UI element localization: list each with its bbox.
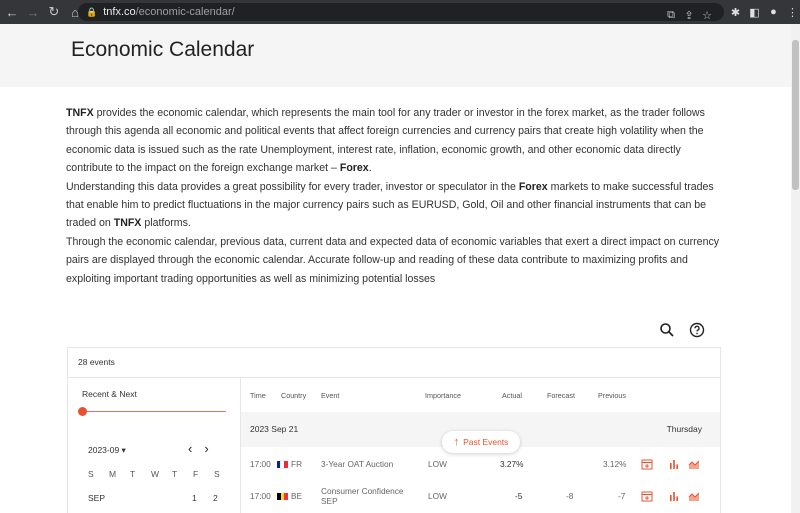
event-importance: LOW bbox=[428, 491, 447, 501]
bar-chart-icon[interactable] bbox=[668, 489, 680, 501]
event-name[interactable]: 3-Year OAT Auction bbox=[321, 459, 393, 469]
range-label: Recent & Next bbox=[82, 389, 137, 399]
intro-text-span: provides the economic calendar, which re… bbox=[66, 107, 705, 175]
chevron-right-icon[interactable]: › bbox=[204, 441, 208, 456]
flag-be-icon bbox=[277, 493, 288, 501]
column-header-forecast: Forecast bbox=[547, 391, 575, 400]
event-forecast: -8 bbox=[566, 491, 574, 501]
brand-name: TNFX bbox=[113, 217, 142, 230]
back-icon[interactable]: ← bbox=[3, 3, 21, 21]
country-code: FR bbox=[291, 459, 303, 469]
event-name[interactable]: Consumer Confidence SEP bbox=[321, 486, 411, 506]
weekday-label: S bbox=[88, 469, 94, 479]
share-icon[interactable]: ⇪ bbox=[682, 6, 696, 24]
intro-paragraph-2: Understanding this data provides a great… bbox=[66, 178, 726, 233]
column-header-previous: Previous bbox=[598, 391, 626, 400]
reload-icon[interactable]: ↻ bbox=[45, 3, 63, 21]
page-scrollbar[interactable] bbox=[791, 24, 800, 513]
month-select[interactable]: 2023-09 ▾ bbox=[88, 445, 126, 456]
add-to-calendar-icon[interactable] bbox=[641, 457, 653, 470]
event-actual: 3.27% bbox=[500, 459, 524, 469]
scrollbar-thumb[interactable] bbox=[792, 40, 799, 190]
add-to-calendar-icon[interactable] bbox=[641, 489, 653, 502]
intro-text-span: Understanding this data provides a great… bbox=[66, 180, 519, 193]
event-time: 17:00 bbox=[250, 459, 271, 469]
area-chart-icon[interactable] bbox=[688, 457, 700, 469]
forward-icon[interactable]: → bbox=[24, 3, 42, 21]
lock-icon[interactable]: 🔒 bbox=[86, 7, 97, 18]
divider bbox=[68, 377, 720, 378]
weekday-header: S M T W T F S bbox=[88, 469, 235, 479]
calendar-day[interactable]: 2 bbox=[213, 493, 218, 503]
profile-icon[interactable]: ● bbox=[766, 3, 781, 21]
page-title: Economic Calendar bbox=[71, 38, 255, 61]
weekday-label: M bbox=[109, 469, 117, 479]
country-code: BE bbox=[291, 491, 303, 501]
forex-bold: Forex bbox=[518, 180, 548, 193]
side-panel-icon[interactable]: ◧ bbox=[747, 3, 762, 21]
intro-text-span: . bbox=[368, 162, 372, 175]
menu-icon[interactable]: ⋮ bbox=[785, 3, 800, 21]
brand-name: TNFX bbox=[66, 107, 94, 119]
column-header-country: Country bbox=[281, 391, 307, 400]
weekday-label: T bbox=[172, 469, 178, 479]
range-slider-handle[interactable] bbox=[78, 407, 87, 416]
browser-toolbar: ← → ↻ ⌂ 🔒 tnfx.co/economic-calendar/ ⧉ ⇪… bbox=[0, 0, 800, 24]
date-group-date: 2023 Sep 21 bbox=[250, 424, 299, 434]
column-header-importance: Importance bbox=[425, 391, 461, 400]
event-previous: -7 bbox=[618, 491, 626, 501]
help-icon[interactable] bbox=[689, 322, 705, 338]
arrow-up-icon: ↑ bbox=[453, 436, 460, 448]
url-path: /economic-calendar/ bbox=[135, 6, 235, 18]
calendar-panel: 28 events Recent & Next 2023-09 ▾ ‹ › S … bbox=[67, 347, 721, 513]
extensions-icon[interactable]: ✱ bbox=[728, 3, 743, 21]
table-row[interactable]: 17:00 BE Consumer Confidence SEP LOW -5 … bbox=[241, 479, 720, 511]
area-chart-icon[interactable] bbox=[688, 489, 700, 501]
bookmark-star-icon[interactable]: ☆ bbox=[700, 6, 714, 24]
column-header-time: Time bbox=[250, 391, 266, 400]
date-group-weekday: Thursday bbox=[666, 424, 702, 434]
intro-paragraph-1: TNFX provides the economic calendar, whi… bbox=[66, 104, 726, 178]
page-header: Economic Calendar bbox=[0, 24, 791, 87]
flag-fr-icon bbox=[277, 460, 288, 470]
weekday-label: T bbox=[130, 469, 136, 479]
weekday-label: F bbox=[193, 469, 199, 479]
event-country: FR bbox=[277, 459, 303, 470]
weekday-label: W bbox=[151, 469, 160, 479]
calendar-day[interactable]: 1 bbox=[192, 493, 197, 503]
intro-text: TNFX provides the economic calendar, whi… bbox=[66, 104, 726, 288]
search-icon[interactable] bbox=[659, 322, 675, 338]
event-importance: LOW bbox=[428, 459, 447, 469]
event-previous: 3.12% bbox=[603, 459, 627, 469]
range-slider-track[interactable] bbox=[82, 411, 226, 412]
intro-paragraph-3: Through the economic calendar, previous … bbox=[66, 235, 720, 285]
address-bar[interactable]: 🔒 tnfx.co/economic-calendar/ ⧉ ⇪ ☆ bbox=[78, 3, 724, 24]
intro-text-span: platforms. bbox=[141, 217, 191, 230]
event-country: BE bbox=[277, 491, 302, 501]
event-actual: -5 bbox=[515, 491, 523, 501]
chevron-left-icon[interactable]: ‹ bbox=[188, 441, 192, 456]
weekday-label: S bbox=[214, 469, 220, 479]
forex-bold: Forex bbox=[339, 162, 369, 175]
translate-icon[interactable]: ⧉ bbox=[664, 6, 678, 24]
events-count: 28 events bbox=[78, 357, 115, 367]
column-header-actual: Actual bbox=[502, 391, 522, 400]
past-events-button[interactable]: ↑ Past Events bbox=[442, 431, 520, 453]
event-time: 17:00 bbox=[250, 491, 271, 501]
column-header-event: Event bbox=[321, 391, 340, 400]
url-host: tnfx.co bbox=[103, 6, 136, 18]
bar-chart-icon[interactable] bbox=[668, 457, 680, 469]
past-events-label: Past Events bbox=[463, 437, 509, 447]
month-label: SEP bbox=[88, 493, 106, 503]
